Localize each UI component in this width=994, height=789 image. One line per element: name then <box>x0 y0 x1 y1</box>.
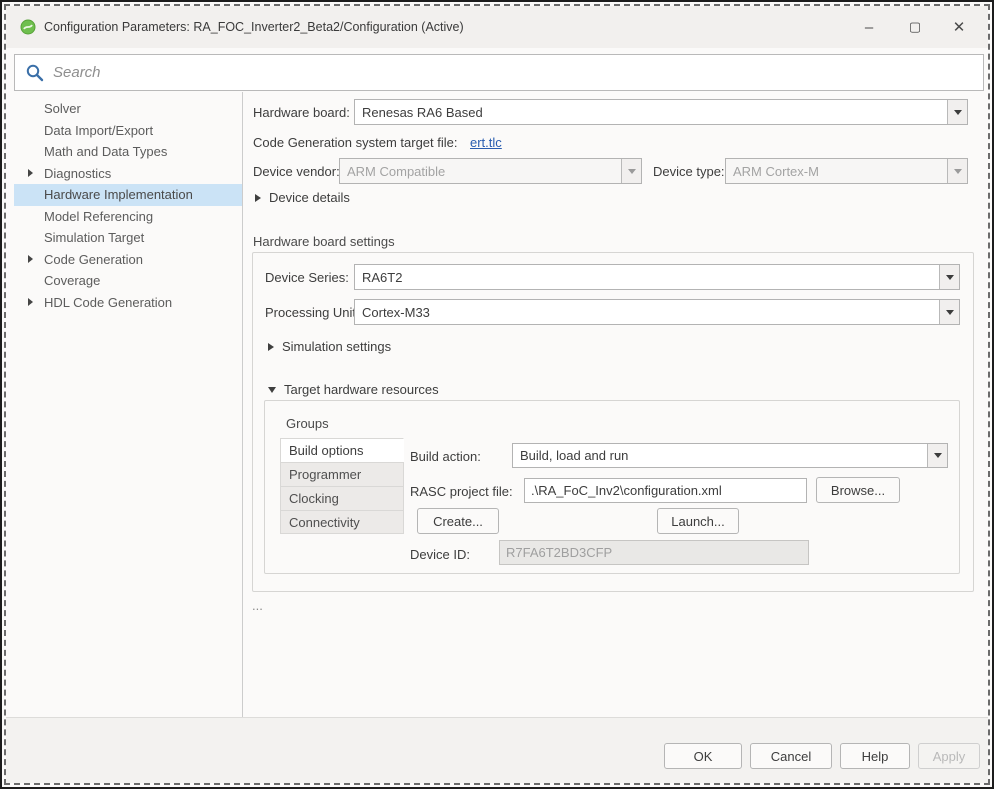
dropdown-arrow-icon[interactable] <box>927 444 947 467</box>
processing-unit-label: Processing Unit: <box>265 305 360 320</box>
dropdown-arrow-icon[interactable] <box>947 100 967 124</box>
simulation-settings-disclosure[interactable]: Simulation settings <box>268 339 391 354</box>
browse-button[interactable]: Browse... <box>816 477 900 503</box>
target-file-label: Code Generation system target file: <box>253 135 458 150</box>
groups-tab-list: Build options Programmer Clocking Connec… <box>280 438 404 534</box>
collapse-triangle-icon <box>268 387 276 393</box>
apply-button: Apply <box>918 743 980 769</box>
expand-triangle-icon[interactable] <box>28 169 33 177</box>
groups-label: Groups <box>286 416 329 431</box>
sidebar-item-solver[interactable]: Solver <box>14 98 242 120</box>
dropdown-arrow-icon <box>621 159 641 183</box>
sidebar-item-diagnostics[interactable]: Diagnostics <box>14 163 242 185</box>
target-hardware-resources-disclosure[interactable]: Target hardware resources <box>268 382 439 397</box>
configuration-parameters-dialog: Configuration Parameters: RA_FOC_Inverte… <box>0 0 994 789</box>
help-button[interactable]: Help <box>840 743 910 769</box>
sidebar-item-math-and-data-types[interactable]: Math and Data Types <box>14 141 242 163</box>
simulink-app-icon <box>20 19 36 35</box>
sidebar-item-code-generation[interactable]: Code Generation <box>14 249 242 271</box>
device-series-label: Device Series: <box>265 270 349 285</box>
sidebar-item-data-import-export[interactable]: Data Import/Export <box>14 120 242 142</box>
device-type-dropdown: ARM Cortex-M <box>725 158 968 184</box>
ert-tlc-link[interactable]: ert.tlc <box>470 135 502 150</box>
device-id-label: Device ID: <box>410 547 470 562</box>
window-title: Configuration Parameters: RA_FOC_Inverte… <box>44 20 464 34</box>
expand-triangle-icon <box>268 343 274 351</box>
sidebar-item-model-referencing[interactable]: Model Referencing <box>14 206 242 228</box>
title-bar[interactable]: Configuration Parameters: RA_FOC_Inverte… <box>6 6 988 48</box>
tab-clocking[interactable]: Clocking <box>280 486 404 510</box>
build-action-dropdown[interactable]: Build, load and run <box>512 443 948 468</box>
device-vendor-dropdown: ARM Compatible <box>339 158 642 184</box>
device-type-label: Device type: <box>653 164 725 179</box>
search-icon <box>25 63 45 83</box>
hardware-board-dropdown[interactable]: Renesas RA6 Based <box>354 99 968 125</box>
sidebar-divider <box>242 92 243 718</box>
dropdown-arrow-icon <box>947 159 967 183</box>
category-tree: Solver Data Import/Export Math and Data … <box>14 98 242 313</box>
close-button[interactable]: ✕ <box>936 6 982 48</box>
minimize-button[interactable]: – <box>846 6 892 48</box>
device-id-field <box>499 540 809 565</box>
tab-build-options[interactable]: Build options <box>280 438 404 462</box>
tab-programmer[interactable]: Programmer <box>280 462 404 486</box>
create-button[interactable]: Create... <box>417 508 499 534</box>
sidebar-item-coverage[interactable]: Coverage <box>14 270 242 292</box>
sidebar-item-hardware-implementation[interactable]: Hardware Implementation <box>14 184 242 206</box>
footer-bar: OK Cancel Help Apply <box>6 717 988 783</box>
device-vendor-label: Device vendor: <box>253 164 340 179</box>
build-action-label: Build action: <box>410 449 481 464</box>
cancel-button[interactable]: Cancel <box>750 743 832 769</box>
dropdown-arrow-icon[interactable] <box>939 265 959 289</box>
device-details-disclosure[interactable]: Device details <box>255 190 350 205</box>
truncation-ellipsis: ... <box>252 598 263 613</box>
expand-triangle-icon[interactable] <box>28 298 33 306</box>
maximize-button[interactable]: ▢ <box>892 6 938 48</box>
search-input[interactable] <box>53 55 983 90</box>
hardware-board-settings-title: Hardware board settings <box>253 234 395 249</box>
ok-button[interactable]: OK <box>664 743 742 769</box>
expand-triangle-icon <box>255 194 261 202</box>
rasc-project-file-input[interactable] <box>524 478 807 503</box>
expand-triangle-icon[interactable] <box>28 255 33 263</box>
rasc-project-file-label: RASC project file: <box>410 484 513 499</box>
sidebar-item-hdl-code-generation[interactable]: HDL Code Generation <box>14 292 242 314</box>
search-bar[interactable] <box>14 54 984 91</box>
hardware-board-label: Hardware board: <box>253 105 350 120</box>
processing-unit-dropdown[interactable]: Cortex-M33 <box>354 299 960 325</box>
launch-button[interactable]: Launch... <box>657 508 739 534</box>
tab-connectivity[interactable]: Connectivity <box>280 510 404 534</box>
dropdown-arrow-icon[interactable] <box>939 300 959 324</box>
sidebar-item-simulation-target[interactable]: Simulation Target <box>14 227 242 249</box>
device-series-dropdown[interactable]: RA6T2 <box>354 264 960 290</box>
